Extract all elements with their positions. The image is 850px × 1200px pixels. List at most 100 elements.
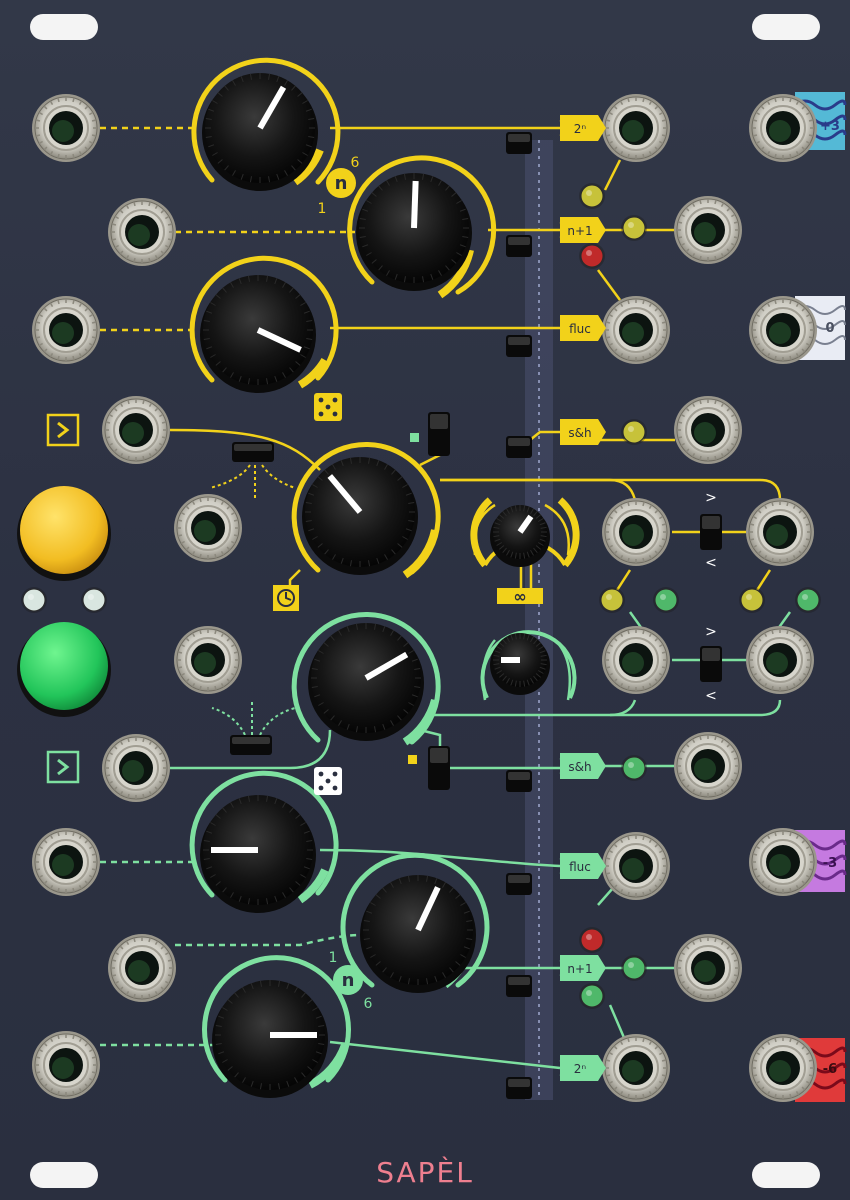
gate-input-jack[interactable] xyxy=(102,396,170,464)
output-jack[interactable] xyxy=(674,396,742,464)
jack-knurl xyxy=(133,201,136,207)
output-mode-switch[interactable] xyxy=(506,770,532,792)
jack-knurl xyxy=(752,853,758,856)
output-mode-switch[interactable] xyxy=(506,436,532,458)
led-body xyxy=(600,588,624,612)
output-jack[interactable] xyxy=(674,934,742,1002)
knob-fluc-top[interactable] xyxy=(200,275,316,393)
output-jack[interactable] xyxy=(602,1034,670,1102)
jack-knurl xyxy=(214,497,217,503)
offset-output-jack[interactable] xyxy=(749,1034,817,1102)
cv-input-jack[interactable] xyxy=(32,296,100,364)
jack-hole-inner xyxy=(128,960,150,982)
jack-knurl xyxy=(661,321,667,324)
gate-input-icon xyxy=(46,750,80,784)
compare-switch-bottom[interactable] xyxy=(700,646,722,682)
mount-hole xyxy=(30,14,98,40)
jack-knurl xyxy=(789,1037,792,1043)
led-body xyxy=(740,588,764,612)
led-body xyxy=(622,216,646,240)
jack-hole-inner xyxy=(128,224,150,246)
mode-switch-bottom[interactable] xyxy=(428,746,450,790)
manual-button-green[interactable] xyxy=(17,622,111,717)
switch-lever xyxy=(508,1079,530,1087)
jack-knurl xyxy=(627,355,630,361)
jack-knurl xyxy=(57,1034,60,1040)
mode-switch-top[interactable] xyxy=(428,412,450,456)
jack-knurl xyxy=(808,321,814,324)
jack-knurl xyxy=(177,651,183,654)
output-jack[interactable] xyxy=(746,626,814,694)
jack-knurl xyxy=(72,97,75,103)
n-symbol: n xyxy=(342,970,355,991)
knob-rate-top[interactable] xyxy=(302,457,418,575)
cv-input-jack[interactable] xyxy=(32,828,100,896)
output-jack[interactable] xyxy=(602,296,670,364)
jack-knurl xyxy=(148,937,151,943)
offset-output-jack[interactable] xyxy=(749,94,817,162)
compare-switch-top[interactable] xyxy=(700,514,722,550)
cv-input-jack[interactable] xyxy=(174,494,242,562)
knob-n-plus-one-top[interactable] xyxy=(356,173,472,291)
jack-knurl xyxy=(774,1037,777,1043)
jack-knurl xyxy=(714,735,717,741)
jack-knurl xyxy=(774,355,777,361)
output-jack[interactable] xyxy=(602,626,670,694)
jack-knurl xyxy=(133,257,136,263)
output-jack[interactable] xyxy=(602,832,670,900)
output-mode-switch[interactable] xyxy=(506,1077,532,1099)
jack-knurl xyxy=(177,519,183,522)
jack-knurl xyxy=(677,221,683,224)
output-jack[interactable] xyxy=(674,196,742,264)
output-mode-switch[interactable] xyxy=(506,975,532,997)
jack-knurl xyxy=(627,1093,630,1099)
cv-input-jack[interactable] xyxy=(108,934,176,1002)
gate-input-jack[interactable] xyxy=(102,734,170,802)
cv-input-jack[interactable] xyxy=(108,198,176,266)
output-jack[interactable] xyxy=(746,498,814,566)
jack-hole-inner xyxy=(622,524,644,546)
jack-knurl xyxy=(605,1074,611,1077)
jack-knurl xyxy=(774,97,777,103)
offset-output-jack[interactable] xyxy=(749,296,817,364)
jack-knurl xyxy=(714,199,717,205)
jack-knurl xyxy=(605,119,611,122)
output-mode-switch[interactable] xyxy=(506,235,532,257)
knob-fluc-bottom[interactable] xyxy=(200,795,316,913)
jack-knurl xyxy=(642,557,645,563)
route-switch-top[interactable] xyxy=(232,442,274,462)
output-mode-switch[interactable] xyxy=(506,873,532,895)
jack-knurl xyxy=(199,685,202,691)
output-mode-switch[interactable] xyxy=(506,335,532,357)
output-mode-switch[interactable] xyxy=(506,132,532,154)
jack-knurl xyxy=(642,1093,645,1099)
knob-rate-bottom[interactable] xyxy=(308,623,424,741)
manual-button-yellow[interactable] xyxy=(17,486,111,581)
offset-output-jack[interactable] xyxy=(749,828,817,896)
jack-knurl xyxy=(111,959,117,962)
jack-knurl xyxy=(111,974,117,977)
led-body xyxy=(580,244,604,268)
led-red xyxy=(579,927,605,953)
output-jack[interactable] xyxy=(602,94,670,162)
jack-hole-inner xyxy=(52,322,74,344)
knob-n-top[interactable] xyxy=(202,73,318,191)
output-jack[interactable] xyxy=(674,732,742,800)
jack-knurl xyxy=(167,974,173,977)
jack-knurl xyxy=(699,255,702,261)
jack-hole-inner xyxy=(622,322,644,344)
jack-knurl xyxy=(57,1090,60,1096)
jack-knurl xyxy=(771,629,774,635)
jack-knurl xyxy=(233,519,239,522)
led-glint xyxy=(746,594,752,600)
cv-input-jack[interactable] xyxy=(174,626,242,694)
knob-n-bottom[interactable] xyxy=(212,980,328,1098)
jack-hole-inner xyxy=(622,1060,644,1082)
jack-knurl xyxy=(699,455,702,461)
cv-input-jack[interactable] xyxy=(32,94,100,162)
jack-knurl xyxy=(142,399,145,405)
knob-n-plus-one-bottom[interactable] xyxy=(360,875,476,993)
output-jack[interactable] xyxy=(602,498,670,566)
cv-input-jack[interactable] xyxy=(32,1031,100,1099)
route-switch-bottom[interactable] xyxy=(230,735,272,755)
